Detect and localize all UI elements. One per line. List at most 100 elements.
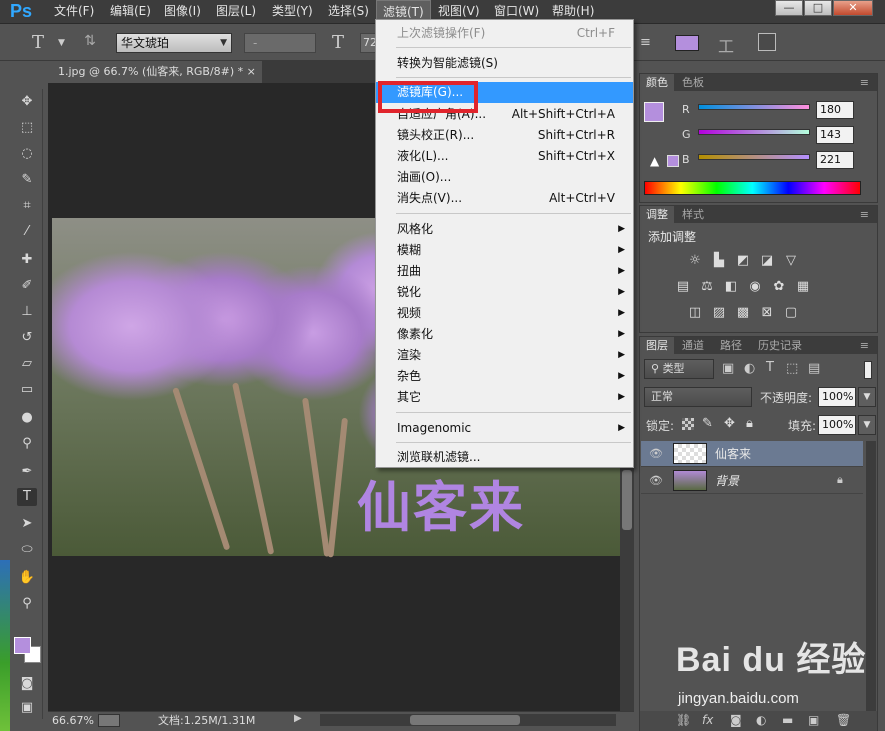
panels-toggle-icon[interactable] (758, 33, 776, 51)
restore-button[interactable]: □ (804, 0, 832, 16)
tab-layers[interactable]: 图层 (640, 337, 674, 354)
link-layers-icon[interactable]: ⛓ (676, 713, 691, 727)
ellipse-tool-icon[interactable]: ⬭ (17, 541, 37, 559)
menu-item-convert-smart-filter[interactable]: 转换为智能滤镜(S) (376, 53, 633, 74)
shape-filter-icon[interactable]: ⬚ (786, 361, 798, 376)
move-tool-icon[interactable]: ✥ (17, 93, 37, 111)
blur-tool-icon[interactable]: ● (17, 409, 37, 427)
tab-styles[interactable]: 样式 (676, 206, 710, 223)
channel-mixer-icon[interactable]: ✿ (770, 278, 788, 296)
text-tool-icon[interactable]: T (32, 32, 44, 53)
status-info-icon[interactable] (98, 714, 120, 727)
menu-item-imagenomic[interactable]: Imagenomic ▶ (376, 418, 633, 439)
dodge-tool-icon[interactable]: ⚲ (17, 435, 37, 453)
lock-pixels-icon[interactable]: ✎ (702, 416, 713, 431)
hue-saturation-icon[interactable]: ▤ (674, 278, 692, 296)
menu-item-video[interactable]: 视频 ▶ (376, 303, 633, 324)
font-family-select[interactable]: 华文琥珀 ▼ (116, 33, 232, 53)
delete-layer-icon[interactable]: 🗑︎ (836, 713, 851, 727)
menu-item-vanishing-point[interactable]: 消失点(V)... Alt+Ctrl+V (376, 188, 633, 209)
document-info[interactable]: 文档:1.25M/1.31M (158, 711, 255, 731)
brush-tool-icon[interactable]: ✐ (17, 277, 37, 295)
fill-dropdown-icon[interactable]: ▼ (858, 415, 876, 435)
new-adjustment-icon[interactable]: ◐ (756, 713, 766, 727)
threshold-icon[interactable]: ▩ (734, 304, 752, 322)
color-lookup-icon[interactable]: ▦ (794, 278, 812, 296)
panel-menu-icon[interactable]: ≡ (854, 206, 875, 223)
panel-foreground-swatch[interactable] (644, 102, 664, 122)
layer-filter-select[interactable]: ⚲ 类型 (644, 359, 714, 379)
new-group-icon[interactable]: ▬ (782, 713, 793, 727)
hand-tool-icon[interactable]: ✋ (17, 569, 37, 587)
color-spectrum[interactable] (644, 181, 861, 195)
text-color-swatch[interactable] (675, 35, 699, 51)
curves-icon[interactable]: ◩ (734, 252, 752, 270)
menu-item-blur[interactable]: 模糊 ▶ (376, 240, 633, 261)
eye-icon[interactable]: 👁︎ (649, 447, 663, 460)
panel-menu-icon[interactable]: ≡ (854, 74, 875, 91)
layer-row[interactable]: 👁︎ 仙客来 (641, 441, 863, 467)
healing-brush-tool-icon[interactable]: ✚ (17, 251, 37, 269)
justify-icon[interactable]: ≡ (640, 35, 660, 51)
fill-field[interactable]: 100% (818, 415, 856, 435)
path-select-tool-icon[interactable]: ➤ (17, 515, 37, 533)
crop-tool-icon[interactable]: ⌗ (17, 197, 37, 215)
panel-menu-icon[interactable]: ≡ (854, 337, 875, 354)
new-layer-icon[interactable]: ▣ (808, 713, 819, 727)
filter-toggle[interactable] (864, 361, 872, 379)
green-value[interactable]: 143 (816, 126, 854, 144)
menu-image[interactable]: 图像(I) (158, 0, 207, 22)
menu-item-oil-paint[interactable]: 油画(O)... (376, 167, 633, 188)
color-balance-icon[interactable]: ⚖ (698, 278, 716, 296)
close-button[interactable]: ✕ (833, 0, 873, 16)
history-brush-tool-icon[interactable]: ↺ (17, 329, 37, 347)
screen-mode-icon[interactable]: ▣ (17, 699, 37, 717)
menu-item-last-filter[interactable]: 上次滤镜操作(F) Ctrl+F (376, 23, 633, 44)
tab-adjustments[interactable]: 调整 (640, 206, 674, 223)
menu-type[interactable]: 类型(Y) (266, 0, 319, 22)
layers-scrollbar[interactable] (866, 441, 876, 711)
layer-row[interactable]: 👁︎ 背景 🔒︎ (641, 468, 863, 494)
opacity-field[interactable]: 100% (818, 387, 856, 407)
tab-paths[interactable]: 路径 (714, 337, 748, 354)
layer-name[interactable]: 背景 (715, 468, 739, 494)
menu-item-other[interactable]: 其它 ▶ (376, 387, 633, 408)
menu-item-lens-correction[interactable]: 镜头校正(R)... Shift+Ctrl+R (376, 125, 633, 146)
menu-item-sharpen[interactable]: 锐化 ▶ (376, 282, 633, 303)
selective-color-icon[interactable]: ⊠ (758, 304, 776, 322)
add-mask-icon[interactable]: ◙ (730, 713, 742, 727)
lock-all-icon[interactable]: 🔒︎ (746, 416, 753, 431)
menu-file[interactable]: 文件(F) (48, 0, 100, 22)
lock-position-icon[interactable]: ✥ (724, 416, 735, 431)
tab-history[interactable]: 历史记录 (752, 337, 808, 354)
exposure-icon[interactable]: ◪ (758, 252, 776, 270)
blue-value[interactable]: 221 (816, 151, 854, 169)
lock-transparent-icon[interactable] (682, 418, 694, 430)
menu-item-noise[interactable]: 杂色 ▶ (376, 366, 633, 387)
menu-item-distort[interactable]: 扭曲 ▶ (376, 261, 633, 282)
menu-item-render[interactable]: 渲染 ▶ (376, 345, 633, 366)
red-value[interactable]: 180 (816, 101, 854, 119)
layer-name[interactable]: 仙客来 (715, 441, 751, 467)
text-orientation-icon[interactable]: ⇅ (80, 33, 100, 53)
posterize-icon[interactable]: ▨ (710, 304, 728, 322)
blend-mode-select[interactable]: 正常 (644, 387, 752, 407)
zoom-tool-icon[interactable]: ⚲ (17, 595, 37, 613)
gradient-map-icon[interactable]: ▢ (782, 304, 800, 322)
blue-slider[interactable] (698, 154, 810, 160)
green-slider[interactable] (698, 129, 810, 135)
menu-item-stylize[interactable]: 风格化 ▶ (376, 219, 633, 240)
menu-item-liquify[interactable]: 液化(L)... Shift+Ctrl+X (376, 146, 633, 167)
warp-text-icon[interactable]: 工 (718, 33, 734, 57)
status-menu-arrow-icon[interactable]: ▶ (294, 713, 302, 724)
pixel-filter-icon[interactable]: ▣ (722, 361, 734, 376)
type-tool-icon[interactable]: T (17, 488, 37, 506)
zoom-level[interactable]: 66.67% (52, 711, 94, 731)
lasso-tool-icon[interactable]: ◌ (17, 145, 37, 163)
type-filter-icon[interactable]: T (766, 360, 774, 375)
tool-preset-arrow-icon[interactable]: ▼ (58, 38, 65, 48)
gradient-tool-icon[interactable]: ▭ (17, 381, 37, 399)
menu-select[interactable]: 选择(S) (322, 0, 375, 22)
levels-icon[interactable]: ▙ (710, 252, 728, 270)
photo-filter-icon[interactable]: ◉ (746, 278, 764, 296)
